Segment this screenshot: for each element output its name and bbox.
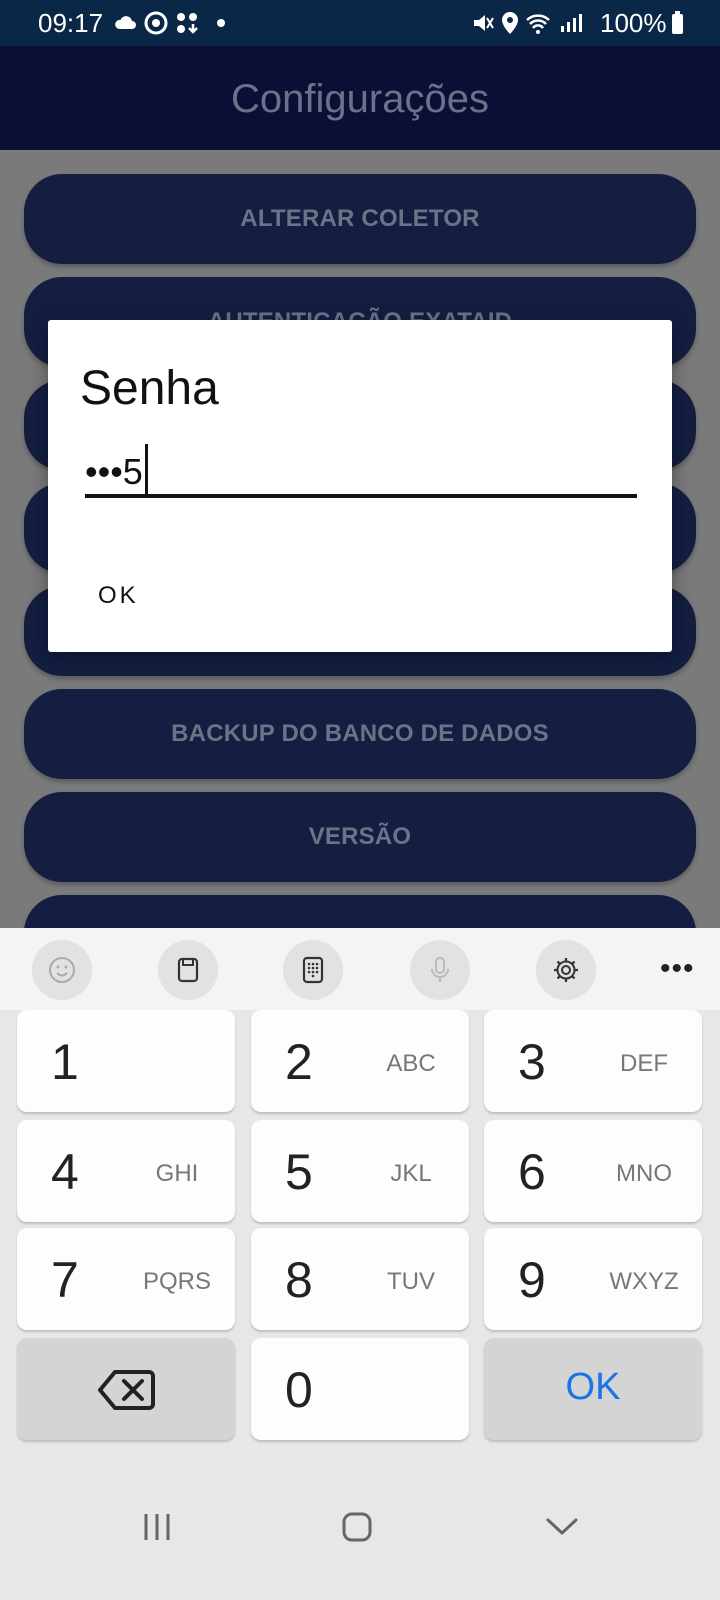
- microphone-icon: [431, 957, 449, 982]
- home-icon[interactable]: [340, 1510, 374, 1544]
- password-value: •••5: [85, 451, 143, 492]
- setting-button-8[interactable]: [24, 895, 696, 928]
- key-letters: GHI: [155, 1160, 199, 1187]
- key-letters: WXYZ: [609, 1268, 679, 1295]
- status-time: 09:17: [38, 8, 104, 38]
- dialog-title: Senha: [80, 362, 219, 415]
- emoji-icon: [49, 957, 75, 983]
- key-number: 1: [51, 1034, 79, 1090]
- key-letters: TUV: [387, 1268, 435, 1295]
- key-1[interactable]: 1: [17, 1010, 235, 1112]
- ok-key-label: OK: [565, 1366, 621, 1408]
- key-number: 9: [518, 1252, 546, 1308]
- wifi-icon: [526, 14, 550, 34]
- key-number: 0: [285, 1362, 313, 1418]
- key-letters: PQRS: [142, 1268, 211, 1295]
- battery-icon: [672, 11, 683, 34]
- keyboard-ok-key[interactable]: OK: [484, 1338, 702, 1440]
- location-icon: [502, 12, 518, 34]
- key-6[interactable]: 6 MNO: [484, 1120, 702, 1222]
- key-2[interactable]: 2 ABC: [251, 1010, 469, 1112]
- hide-keyboard-icon[interactable]: [543, 1510, 581, 1544]
- key-4[interactable]: 4 GHI: [17, 1120, 235, 1222]
- numeric-keypad: 1 2 ABC 3 DEF 4 GHI 5 JKL 6 MNO 7 PQRS 8 TUV 9 W…: [0, 1010, 720, 1470]
- keypad-icon: [302, 956, 324, 984]
- dialog-ok-button[interactable]: OK: [98, 582, 139, 610]
- key-letters: ABC: [386, 1050, 436, 1077]
- key-letters: MNO: [616, 1160, 672, 1187]
- versao-button[interactable]: VERSÃO: [24, 792, 696, 882]
- key-3[interactable]: 3 DEF: [484, 1010, 702, 1112]
- app-bar: Configurações: [0, 46, 720, 150]
- backup-banco-de-dados-button[interactable]: BACKUP DO BANCO DE DADOS: [24, 689, 696, 779]
- key-number: 7: [51, 1252, 79, 1308]
- settings-gear-icon: [554, 958, 578, 982]
- recent-apps-icon[interactable]: [140, 1510, 174, 1544]
- setting-label: ALTERAR COLETOR: [240, 205, 480, 232]
- status-bar: 09:17 100%: [0, 0, 720, 46]
- voice-input-button[interactable]: [410, 940, 470, 1000]
- key-5[interactable]: 5 JKL: [251, 1120, 469, 1222]
- keypad-mode-button[interactable]: [283, 940, 343, 1000]
- key-number: 2: [285, 1034, 313, 1090]
- cloud-icon: [115, 16, 136, 29]
- key-8[interactable]: 8 TUV: [251, 1228, 469, 1330]
- key-number: 3: [518, 1034, 546, 1090]
- password-dialog: Senha •••5 OK: [48, 320, 672, 652]
- notification-dot-icon: [217, 19, 225, 27]
- key-number: 6: [518, 1144, 546, 1200]
- key-number: 8: [285, 1252, 313, 1308]
- mute-icon: [474, 15, 494, 31]
- emoji-button[interactable]: [32, 940, 92, 1000]
- clipboard-icon: [177, 957, 199, 983]
- key-number: 4: [51, 1144, 79, 1200]
- key-9[interactable]: 9 WXYZ: [484, 1228, 702, 1330]
- alterar-coletor-button[interactable]: ALTERAR COLETOR: [24, 174, 696, 264]
- keyboard-settings-button[interactable]: [536, 940, 596, 1000]
- password-input[interactable]: •••5: [85, 432, 637, 498]
- backspace-key[interactable]: [17, 1338, 235, 1440]
- key-letters: JKL: [390, 1160, 432, 1187]
- key-number: 5: [285, 1144, 313, 1200]
- app-grid-icon: [177, 13, 198, 34]
- setting-label: BACKUP DO BANCO DE DADOS: [171, 720, 549, 747]
- clipboard-button[interactable]: [158, 940, 218, 1000]
- sync-app-icon: [144, 11, 168, 35]
- more-options-button[interactable]: •••: [660, 952, 695, 986]
- keyboard-toolbar: •••: [0, 928, 720, 1010]
- system-navigation-bar: [0, 1470, 720, 1600]
- key-7[interactable]: 7 PQRS: [17, 1228, 235, 1330]
- backspace-icon: [98, 1370, 155, 1410]
- battery-level: 100%: [600, 8, 667, 38]
- key-letters: DEF: [620, 1050, 668, 1077]
- signal-icon: [561, 14, 582, 32]
- page-title: Configurações: [231, 77, 489, 121]
- setting-label: VERSÃO: [308, 823, 412, 850]
- key-0[interactable]: 0: [251, 1338, 469, 1440]
- text-cursor: [144, 444, 148, 496]
